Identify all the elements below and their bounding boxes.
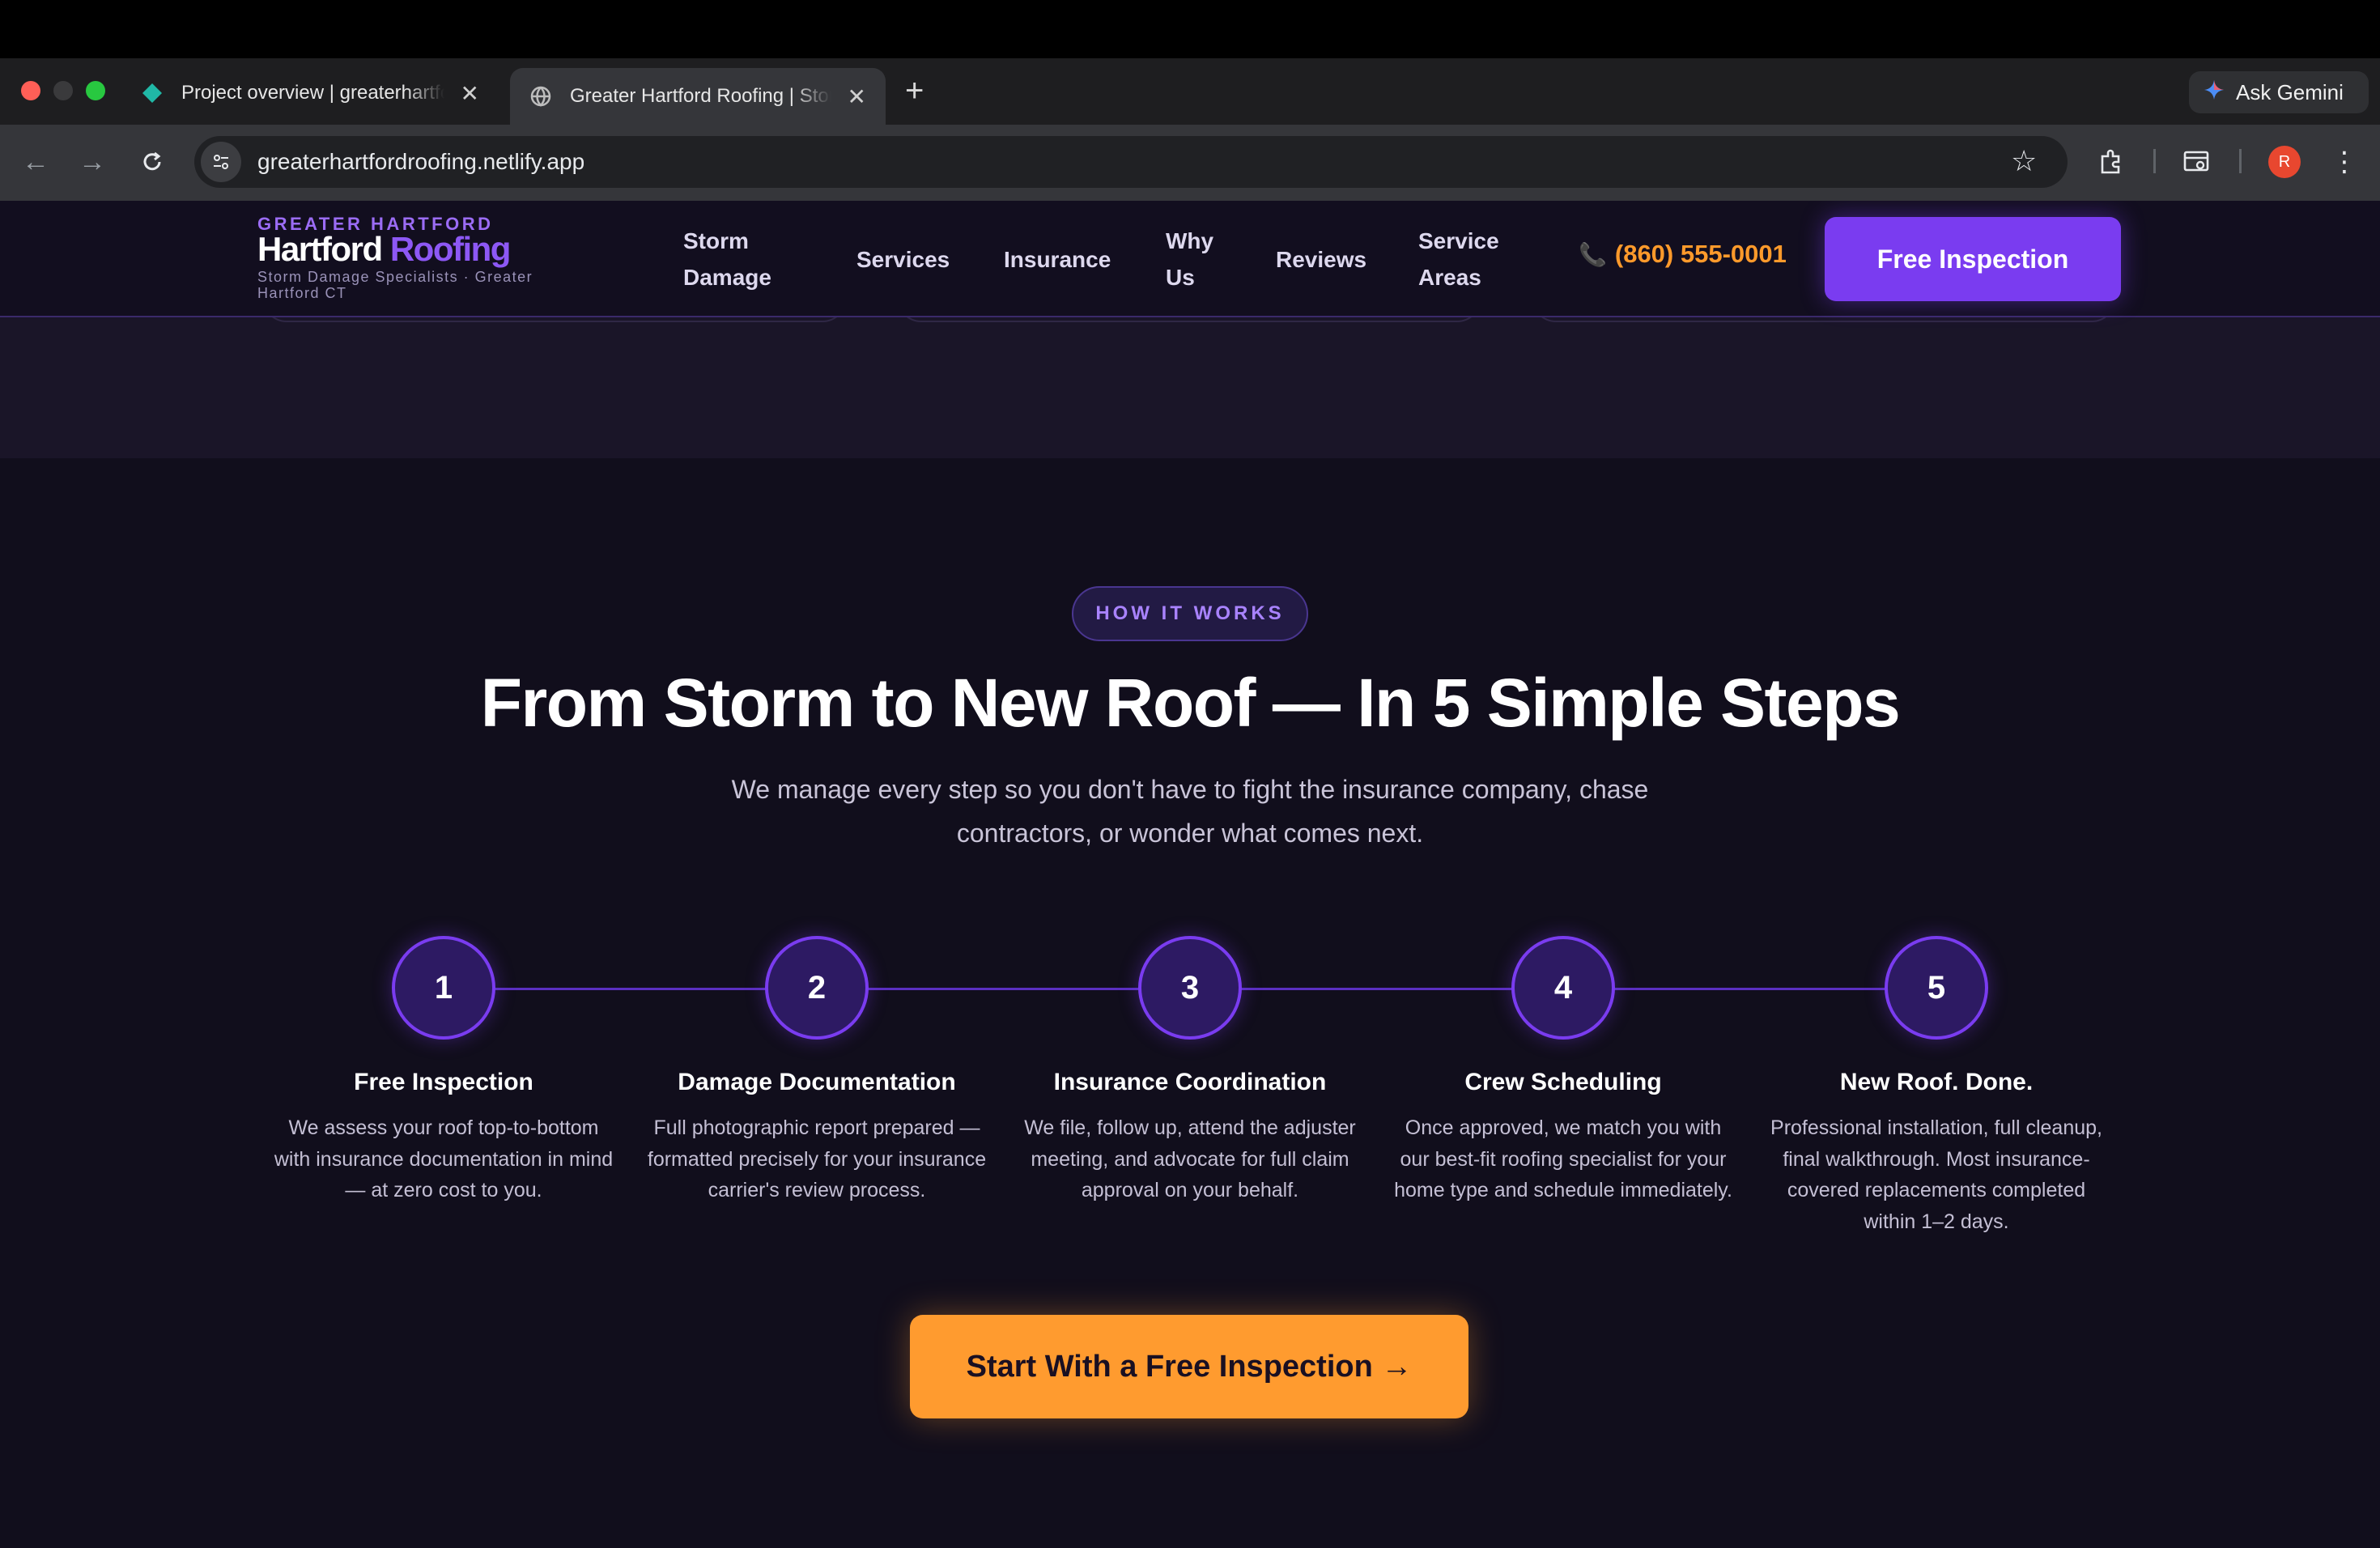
section-lead: We manage every step so you don't have t… [731, 775, 1649, 848]
section-heading: From Storm to New Roof — In 5 Simple Ste… [480, 665, 1901, 741]
step-description: We assess your roof top-to-bottom with i… [274, 1116, 614, 1201]
site-settings-icon[interactable] [201, 142, 241, 182]
phone-link[interactable]: 📞 (860) 555-0001 [1579, 240, 1787, 269]
step-number-circle: 1 [392, 936, 495, 1040]
zoom-window-button[interactable] [86, 81, 105, 100]
section-eyebrow: HOW IT WORKS [1072, 586, 1308, 641]
step-title: Damage Documentation [678, 1069, 956, 1095]
forward-arrow-icon[interactable]: → [74, 144, 110, 180]
toolbar-separator [2153, 149, 2156, 173]
nav-link-reviews[interactable]: Reviews [1276, 241, 1366, 278]
step-description: Professional installation, full cleanup,… [1770, 1116, 2102, 1233]
nav-link-storm-damage[interactable]: Storm Damage [683, 223, 771, 296]
step-number-circle: 3 [1138, 936, 1242, 1040]
nav-link-services[interactable]: Services [856, 241, 950, 278]
step-description: Full photographic report prepared — form… [647, 1116, 987, 1201]
tab-search-icon[interactable] [2179, 144, 2215, 180]
nav-link-line: Services [856, 247, 950, 272]
globe-icon [529, 85, 552, 108]
tab-title: Project overview | greaterhartfordroofin… [181, 82, 444, 104]
page-viewport: GREATER HARTFORD Hartford Roofing Storm … [0, 201, 2380, 1548]
phone-icon: 📞 [1579, 241, 1607, 267]
close-icon[interactable]: ✕ [848, 83, 866, 110]
close-icon[interactable]: ✕ [461, 80, 479, 107]
profile-avatar[interactable]: R [2268, 146, 2301, 178]
nav-link-line: Damage [683, 265, 771, 290]
nav-link-line: Insurance [1004, 247, 1111, 272]
nav-link-line: Why [1166, 228, 1214, 253]
close-window-button[interactable] [21, 81, 40, 100]
site-header: GREATER HARTFORD Hartford Roofing Storm … [0, 201, 2380, 317]
phone-number: (860) 555-0001 [1614, 240, 1787, 268]
step-title: Free Inspection [354, 1069, 533, 1095]
gemini-sparkle-icon [2204, 79, 2225, 106]
step-title: Insurance Coordination [1053, 1069, 1327, 1095]
extensions-icon[interactable] [2093, 144, 2129, 180]
ask-gemini-button[interactable]: Ask Gemini [2189, 71, 2369, 113]
back-arrow-icon[interactable]: ← [18, 144, 53, 180]
url-text: greaterhartfordroofing.netlify.app [257, 149, 585, 174]
step-title: New Roof. Done. [1839, 1069, 2034, 1095]
logo-tagline: Storm Damage Specialists · Greater Hartf… [257, 269, 533, 301]
step-number-circle: 5 [1885, 936, 1988, 1040]
step-description: Once approved, we match you with our bes… [1394, 1116, 1732, 1201]
nav-link-why-us[interactable]: Why Us [1166, 223, 1213, 296]
start-free-inspection-button[interactable]: Start With a Free Inspection → [910, 1315, 1468, 1418]
tab-title: Greater Hartford Roofing | Storm Damage [570, 85, 831, 107]
address-bar[interactable]: greaterhartfordroofing.netlify.app [194, 136, 2068, 188]
window-top-bar [0, 0, 2380, 58]
new-tab-button[interactable]: + [905, 73, 924, 109]
reload-icon[interactable] [134, 144, 170, 180]
logo-word-roofing: Roofing [389, 230, 512, 268]
bookmark-star-icon[interactable]: ☆ [2011, 144, 2037, 178]
step-number-circle: 2 [765, 936, 869, 1040]
nav-link-line: Storm [683, 228, 749, 253]
free-inspection-button[interactable]: Free Inspection [1825, 217, 2121, 301]
nav-link-line: Service [1418, 228, 1499, 253]
minimize-window-button[interactable] [53, 81, 73, 100]
more-menu-icon[interactable]: ⋮ [2327, 144, 2362, 180]
tab-project-overview[interactable]: Project overview | greaterhartfordroofin… [121, 68, 499, 118]
site-logo[interactable]: Hartford Roofing [257, 230, 512, 269]
step-description: We file, follow up, attend the adjuster … [1024, 1116, 1356, 1201]
nav-link-insurance[interactable]: Insurance [1004, 241, 1111, 278]
netlify-icon [141, 82, 164, 104]
step-number-circle: 4 [1511, 936, 1615, 1040]
step-title: Crew Scheduling [1464, 1069, 1662, 1095]
nav-link-service-areas[interactable]: Service Areas [1418, 223, 1499, 296]
toolbar-separator [2239, 149, 2242, 173]
ask-gemini-label: Ask Gemini [2236, 79, 2344, 104]
nav-link-line: Us [1166, 265, 1195, 290]
logo-word-hartford: Hartford [257, 230, 390, 268]
tab-greater-hartford-roofing[interactable]: Greater Hartford Roofing | Storm Damage … [510, 68, 886, 125]
nav-link-line: Areas [1418, 265, 1481, 290]
nav-link-line: Reviews [1276, 247, 1367, 272]
